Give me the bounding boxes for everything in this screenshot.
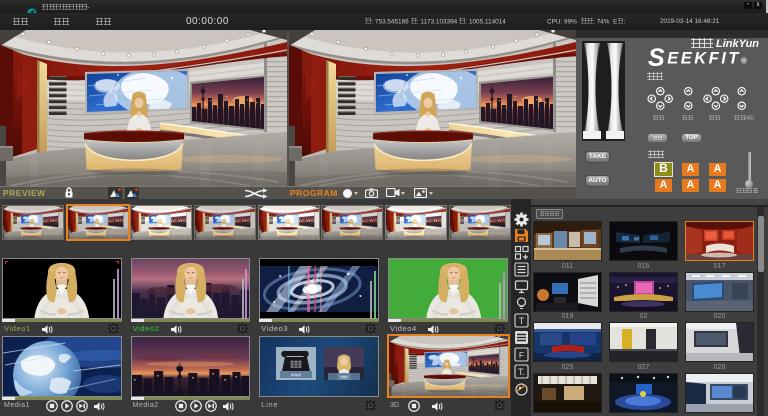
svg-text:###: ### xyxy=(341,374,349,379)
svg-text:F: F xyxy=(519,350,524,360)
svg-text:####: #### xyxy=(291,372,302,377)
svg-text:T: T xyxy=(519,316,525,326)
svg-text:T.: T. xyxy=(518,367,525,377)
